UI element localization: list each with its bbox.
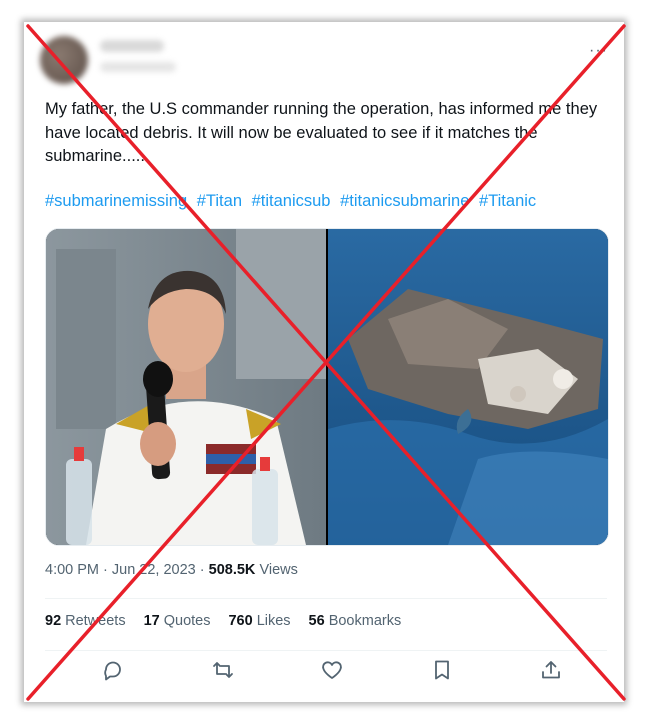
share-icon[interactable]: [539, 658, 563, 682]
stat-quotes[interactable]: 17 Quotes: [144, 613, 211, 629]
reply-icon[interactable]: [101, 658, 125, 682]
avatar[interactable]: [40, 36, 88, 84]
blurred-display-name[interactable]: [100, 40, 164, 52]
photo-commander[interactable]: [46, 229, 326, 545]
bookmark-icon[interactable]: [430, 658, 454, 682]
tweet-card: ··· My father, the U.S commander running…: [24, 22, 624, 702]
engagement-stats: 92 Retweets 17 Quotes 760 Likes 56 Bookmarks: [45, 613, 419, 629]
blurred-handle[interactable]: [100, 62, 176, 72]
hashtag-link[interactable]: #titanicsubmarine: [340, 192, 469, 210]
action-bar: [45, 658, 607, 688]
retweet-icon[interactable]: [211, 658, 235, 682]
divider: [45, 598, 607, 599]
tweet-header: ···: [40, 34, 608, 94]
hashtag-link[interactable]: #Titan: [197, 192, 242, 210]
divider: [45, 650, 607, 651]
hashtag-link[interactable]: #submarinemissing: [45, 192, 187, 210]
hashtags: #submarinemissing #Titan #titanicsub #ti…: [45, 192, 541, 211]
tweet-meta: 4:00 PM · Jun 22, 2023 · 508.5K Views: [45, 562, 298, 578]
view-count: 508.5K: [208, 562, 256, 578]
photo-debris[interactable]: [328, 229, 608, 545]
tweet-text: My father, the U.S commander running the…: [45, 100, 598, 165]
hashtag-link[interactable]: #titanicsub: [252, 192, 331, 210]
photo-commander-illustration: [46, 229, 326, 545]
view-label: Views: [259, 562, 298, 578]
like-icon[interactable]: [320, 658, 344, 682]
more-options-icon[interactable]: ···: [589, 42, 608, 60]
tweet-timestamp[interactable]: 4:00 PM · Jun 22, 2023: [45, 562, 196, 578]
stat-bookmarks[interactable]: 56 Bookmarks: [309, 613, 402, 629]
media-grid: [45, 228, 609, 546]
photo-debris-illustration: [328, 229, 608, 545]
stat-retweets[interactable]: 92 Retweets: [45, 613, 126, 629]
stat-likes[interactable]: 760 Likes: [228, 613, 290, 629]
hashtag-link[interactable]: #Titanic: [479, 192, 536, 210]
